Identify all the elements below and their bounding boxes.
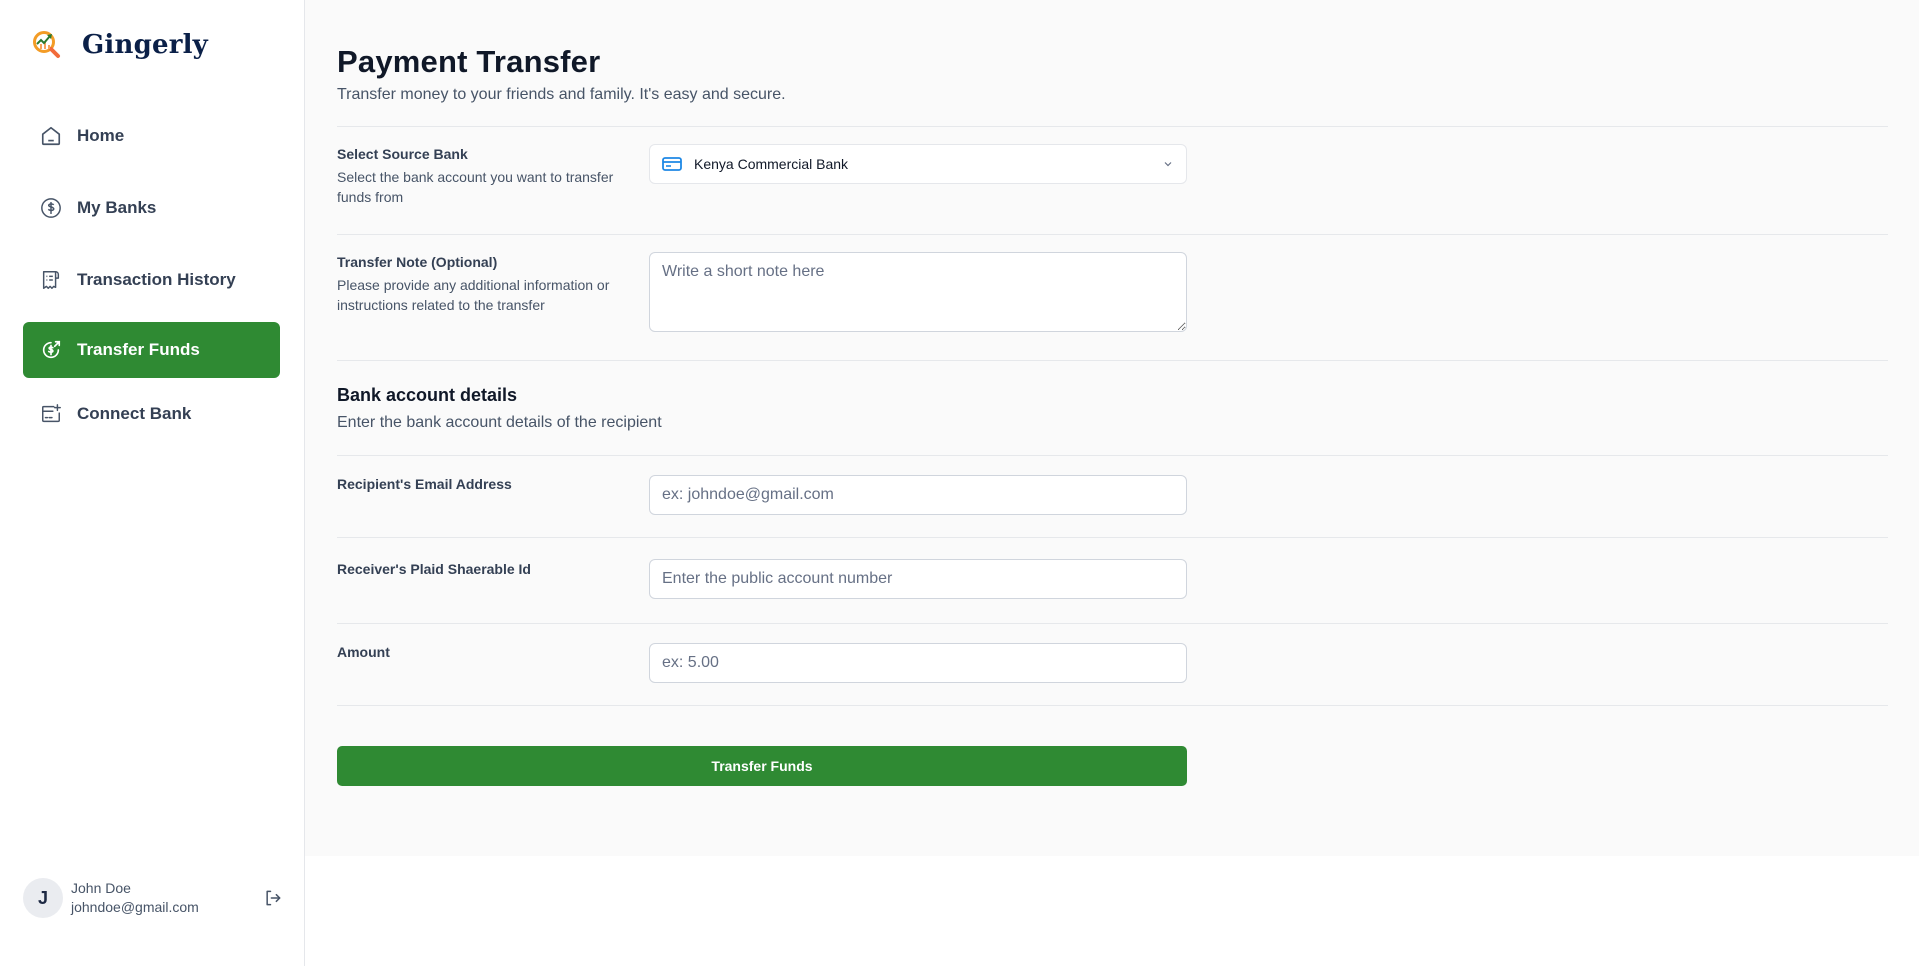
sidebar-item-transaction-history[interactable]: Transaction History: [23, 252, 236, 308]
user-name: John Doe: [71, 880, 131, 896]
bank-details-title: Bank account details: [337, 385, 518, 405]
user-email: johndoe@gmail.com: [71, 899, 199, 915]
avatar[interactable]: J: [23, 878, 63, 918]
email-row: Recipient's Email Address: [337, 456, 1888, 537]
source-bank-value: Kenya Commercial Bank: [694, 156, 849, 172]
sidebar-item-label: Transaction History: [77, 270, 236, 289]
bank-details-subtitle: Enter the bank account details of the re…: [337, 414, 662, 431]
email-label: Recipient's Email Address: [337, 476, 512, 492]
recipient-email-input[interactable]: [649, 475, 1187, 515]
main-content: Payment Transfer Transfer money to your …: [305, 0, 1919, 856]
amount-input[interactable]: [649, 643, 1187, 683]
chart-magnifier-logo-icon: [33, 31, 60, 58]
sidebar-item-connect-bank[interactable]: Connect Bank: [23, 386, 191, 442]
sharable-id-row: Receiver's Plaid Shaerable Id: [337, 538, 1888, 623]
card-add-icon: [39, 402, 63, 426]
source-bank-label: Select Source Bank: [337, 146, 468, 162]
credit-card-icon: [662, 157, 682, 171]
source-bank-row: Select Source Bank Select the bank accou…: [337, 127, 1888, 234]
sidebar-item-label: Home: [77, 126, 125, 145]
sidebar-item-label: My Banks: [77, 198, 157, 217]
sharable-id-label: Receiver's Plaid Shaerable Id: [337, 561, 531, 577]
brand-name: Gingerly: [82, 30, 208, 60]
transfer-note-textarea[interactable]: [649, 252, 1187, 332]
chevron-down-icon: [1164, 162, 1172, 167]
user-profile: J John Doe johndoe@gmail.com: [23, 878, 283, 918]
money-send-icon: [39, 338, 63, 362]
sidebar-item-home[interactable]: Home: [23, 108, 124, 164]
sharable-id-input[interactable]: [649, 559, 1187, 599]
source-bank-description: Select the bank account you want to tran…: [337, 169, 614, 205]
amount-label: Amount: [337, 644, 390, 660]
note-label: Transfer Note (Optional): [337, 254, 498, 270]
payment-transfer-form: Payment Transfer Transfer money to your …: [337, 44, 1888, 786]
dollar-circle-icon: [39, 196, 63, 220]
transfer-funds-button[interactable]: Transfer Funds: [337, 746, 1187, 786]
receipt-icon: [39, 268, 63, 292]
sidebar-item-my-banks[interactable]: My Banks: [23, 180, 156, 236]
page-subtitle: Transfer money to your friends and famil…: [337, 86, 786, 103]
brand[interactable]: Gingerly: [32, 30, 208, 60]
sidebar: Gingerly Home My Banks Transaction Histo…: [0, 0, 305, 966]
logout-icon[interactable]: [263, 888, 283, 908]
home-icon: [39, 124, 63, 148]
sidebar-item-label: Connect Bank: [77, 404, 192, 423]
sidebar-item-label: Transfer Funds: [77, 340, 200, 359]
app-root: Gingerly Home My Banks Transaction Histo…: [0, 0, 1919, 966]
bank-details-section: Bank account details Enter the bank acco…: [337, 361, 1888, 455]
page-title: Payment Transfer: [337, 44, 601, 79]
sidebar-item-transfer-funds[interactable]: Transfer Funds: [23, 322, 280, 378]
amount-row: Amount: [337, 624, 1888, 705]
source-bank-select[interactable]: Kenya Commercial Bank: [649, 144, 1187, 184]
note-description: Please provide any additional informatio…: [337, 277, 610, 313]
user-info: John Doe johndoe@gmail.com: [71, 879, 199, 917]
note-row: Transfer Note (Optional) Please provide …: [337, 235, 1888, 360]
